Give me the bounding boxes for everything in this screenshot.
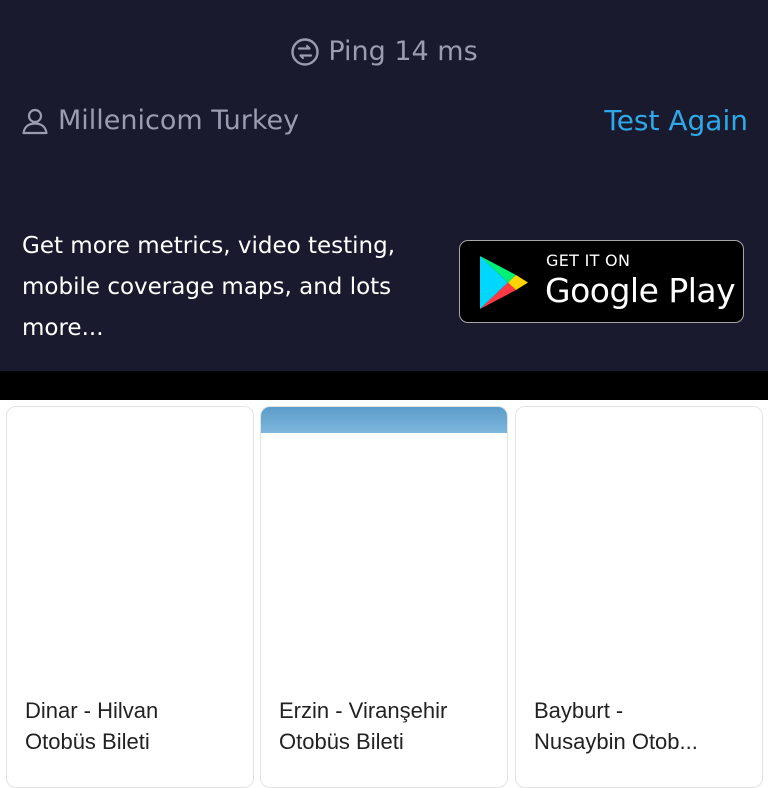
ad-card[interactable]: Erzin - Viranşehir Otobüs Bileti [260,406,508,788]
promo-text: Get more metrics, video testing, mobile … [22,233,396,341]
badge-big-text: Google Play [545,271,736,310]
card-title-line1: Dinar - Hilvan [25,698,159,723]
user-icon [20,106,50,136]
card-title-line2: Nusaybin Otob... [534,729,698,754]
isp-info: Millenicom Turkey [20,105,299,136]
isp-row: Millenicom Turkey Test Again [20,104,748,137]
ad-card[interactable]: Bayburt - Nusaybin Otob... [515,406,763,788]
google-play-logo-icon [480,256,528,309]
card-title: Dinar - Hilvan Otobüs Bileti [25,695,241,757]
card-title: Erzin - Viranşehir Otobüs Bileti [279,695,495,757]
card-title: Bayburt - Nusaybin Otob... [534,695,750,757]
badge-small-text: GET IT ON [546,251,631,270]
card-title-line1: Bayburt - [534,698,624,723]
card-image [516,407,762,677]
card-image [7,407,253,677]
card-title-line1: Erzin - Viranşehir [279,698,448,723]
card-image [261,407,507,677]
isp-name: Millenicom Turkey [58,105,300,136]
ping-readout: Ping 14 ms [0,36,768,67]
ping-text: Ping 14 ms [328,36,478,67]
speedtest-results-panel: Ping 14 ms Millenicom Turkey Test Again … [0,0,768,371]
separator-band [0,371,768,400]
ad-card[interactable]: Dinar - Hilvan Otobüs Bileti [6,406,254,788]
ad-cards-row: Dinar - Hilvan Otobüs Bileti Erzin - Vir… [0,400,768,788]
card-image-sky [261,407,507,433]
test-again-button[interactable]: Test Again [604,104,748,137]
google-play-badge[interactable]: GET IT ON Google Play [459,240,744,323]
ping-icon [290,37,320,67]
card-title-line2: Otobüs Bileti [279,729,404,754]
card-title-line2: Otobüs Bileti [25,729,150,754]
